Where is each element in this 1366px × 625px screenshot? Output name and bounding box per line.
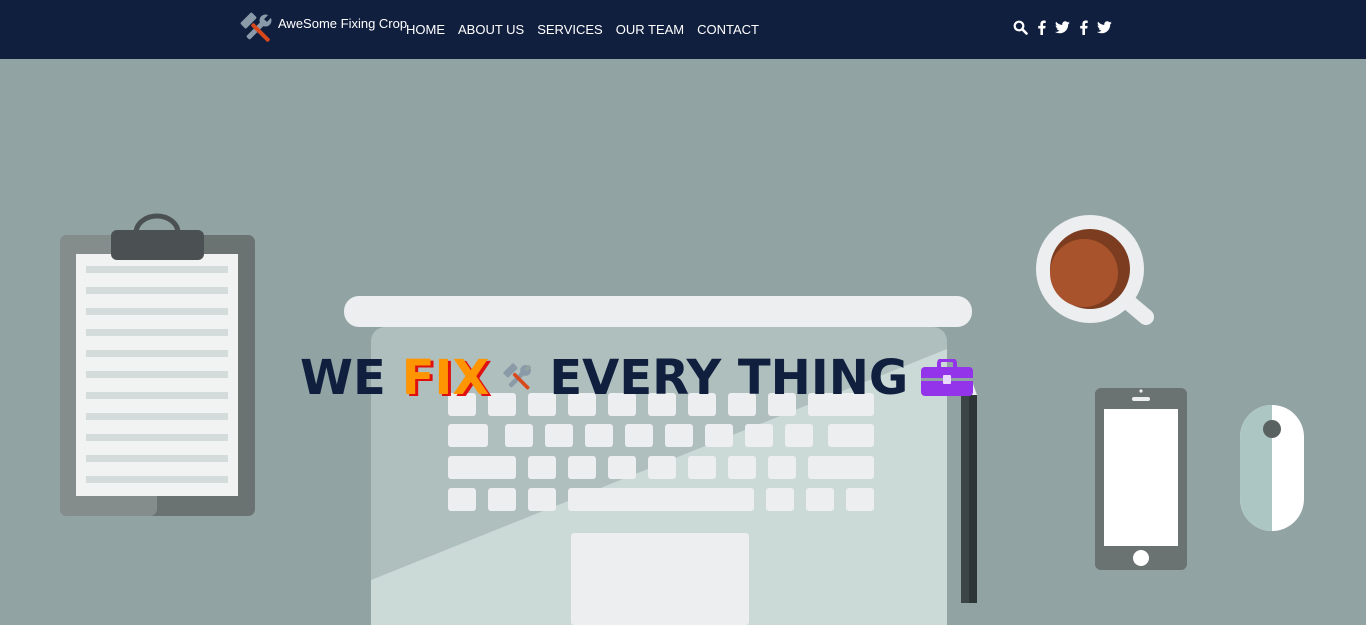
tools-icon xyxy=(503,363,532,390)
headline-highlight: FIX xyxy=(401,350,490,406)
toolbox-icon xyxy=(921,359,974,396)
nav-home[interactable]: HOME xyxy=(406,22,445,37)
phone-illustration xyxy=(1095,388,1187,570)
mouse-illustration xyxy=(1240,405,1304,531)
hero-section: WE FIX EVERY THING xyxy=(0,59,1366,625)
twitter-icon[interactable] xyxy=(1055,21,1070,34)
hero-background-illustration xyxy=(60,213,1304,625)
brand-name: AweSome Fixing Crop xyxy=(278,16,408,31)
nav-contact[interactable]: CONTACT xyxy=(697,22,759,37)
headline-after: EVERY THING xyxy=(549,350,909,406)
facebook-icon[interactable] xyxy=(1079,20,1088,35)
nav-services[interactable]: SERVICES xyxy=(537,22,603,37)
coffee-cup-illustration xyxy=(1036,215,1154,325)
main-nav: HOME ABOUT US SERVICES OUR TEAM CONTACT xyxy=(406,22,772,37)
clipboard-illustration xyxy=(60,213,255,516)
headline-before: WE xyxy=(300,350,386,406)
hero-headline: WE FIX EVERY THING xyxy=(300,346,974,410)
nav-icon-group xyxy=(1013,20,1121,35)
twitter-icon[interactable] xyxy=(1097,21,1112,34)
facebook-icon[interactable] xyxy=(1037,20,1046,35)
nav-our-team[interactable]: OUR TEAM xyxy=(616,22,684,37)
tools-icon xyxy=(240,12,272,42)
navbar: AweSome Fixing Crop HOME ABOUT US SERVIC… xyxy=(0,0,1366,59)
nav-about-us[interactable]: ABOUT US xyxy=(458,22,524,37)
brand-link[interactable]: AweSome Fixing Crop xyxy=(239,10,407,48)
search-icon[interactable] xyxy=(1013,20,1028,35)
